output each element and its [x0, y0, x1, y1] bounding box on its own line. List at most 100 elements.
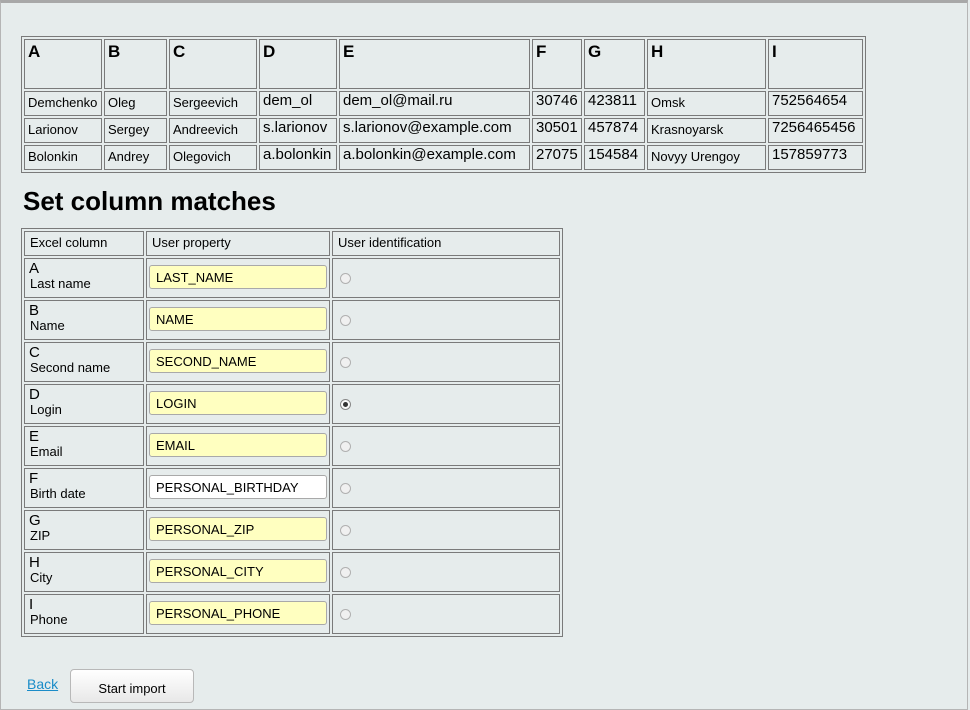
excel-column-cell: F Birth date	[24, 468, 144, 508]
preview-cell: Novyy Urengoy	[647, 145, 766, 170]
preview-cell: s.larionov@example.com	[339, 118, 530, 143]
user-property-cell	[146, 426, 330, 466]
user-property-input[interactable]	[149, 307, 327, 331]
preview-cell: 423811	[584, 91, 645, 116]
preview-cell: Omsk	[647, 91, 766, 116]
identification-radio[interactable]	[340, 609, 351, 620]
column-letter: F	[29, 470, 39, 487]
mapping-row: D Login	[24, 384, 560, 424]
mapping-row: B Name	[24, 300, 560, 340]
identification-radio[interactable]	[340, 567, 351, 578]
identification-radio[interactable]	[340, 357, 351, 368]
identification-radio[interactable]	[340, 441, 351, 452]
preview-cell: a.bolonkin@example.com	[339, 145, 530, 170]
excel-column-cell: E Email	[24, 426, 144, 466]
user-property-input[interactable]	[149, 475, 327, 499]
column-name: Name	[30, 318, 65, 333]
column-name: City	[30, 570, 53, 585]
header-user-property: User property	[146, 231, 330, 256]
column-letter: H	[29, 554, 40, 571]
preview-row: Bolonkin Andrey Olegovich a.bolonkin a.bolon…	[24, 145, 863, 170]
user-property-input[interactable]	[149, 349, 327, 373]
user-identification-cell	[332, 510, 560, 550]
user-identification-cell	[332, 426, 560, 466]
column-mapping-table: Excel column User property User identifi…	[21, 228, 563, 637]
user-property-cell	[146, 384, 330, 424]
user-identification-cell	[332, 468, 560, 508]
excel-column-cell: A Last name	[24, 258, 144, 298]
identification-radio[interactable]	[340, 525, 351, 536]
user-property-input[interactable]	[149, 559, 327, 583]
user-identification-cell	[332, 300, 560, 340]
preview-header-row: ABCDEFGHI	[24, 39, 863, 89]
header-excel-column: Excel column	[24, 231, 144, 256]
user-property-cell	[146, 552, 330, 592]
user-property-input[interactable]	[149, 265, 327, 289]
preview-cell: dem_ol@mail.ru	[339, 91, 530, 116]
column-name: ZIP	[30, 528, 51, 543]
column-name: Phone	[30, 612, 68, 627]
user-identification-cell	[332, 258, 560, 298]
column-name: Birth date	[30, 486, 86, 501]
preview-cell: Olegovich	[169, 145, 257, 170]
preview-cell: 157859773	[768, 145, 863, 170]
preview-header-cell: E	[339, 39, 530, 89]
header-user-identification: User identification	[332, 231, 560, 256]
excel-column-cell: I Phone	[24, 594, 144, 634]
mapping-row: E Email	[24, 426, 560, 466]
column-letter: B	[29, 302, 40, 319]
user-property-cell	[146, 510, 330, 550]
user-identification-cell	[332, 342, 560, 382]
column-name: Login	[30, 402, 62, 417]
mapping-row: F Birth date	[24, 468, 560, 508]
user-identification-cell	[332, 552, 560, 592]
section-title: Set column matches	[23, 186, 276, 216]
mapping-row: H City	[24, 552, 560, 592]
back-link[interactable]: Back	[27, 676, 58, 692]
excel-column-cell: B Name	[24, 300, 144, 340]
preview-cell: Sergeevich	[169, 91, 257, 116]
column-name: Second name	[30, 360, 111, 375]
preview-cell: a.bolonkin	[259, 145, 337, 170]
preview-row: Larionov Sergey Andreevich s.larionov s.lari…	[24, 118, 863, 143]
column-letter: C	[29, 344, 40, 361]
preview-cell: Bolonkin	[24, 145, 102, 170]
user-property-cell	[146, 300, 330, 340]
user-identification-cell	[332, 384, 560, 424]
user-property-input[interactable]	[149, 433, 327, 457]
excel-column-cell: D Login	[24, 384, 144, 424]
user-property-input[interactable]	[149, 601, 327, 625]
user-property-input[interactable]	[149, 517, 327, 541]
mapping-header-row: Excel column User property User identifi…	[24, 231, 560, 256]
mapping-row: G ZIP	[24, 510, 560, 550]
column-letter: A	[29, 260, 40, 277]
preview-cell: Demchenko	[24, 91, 102, 116]
column-letter: I	[29, 596, 34, 613]
identification-radio[interactable]	[340, 315, 351, 326]
identification-radio[interactable]	[340, 399, 351, 410]
preview-header-cell: D	[259, 39, 337, 89]
preview-cell: Andreevich	[169, 118, 257, 143]
preview-cell: s.larionov	[259, 118, 337, 143]
preview-cell: Larionov	[24, 118, 102, 143]
identification-radio[interactable]	[340, 273, 351, 284]
column-letter: G	[29, 512, 41, 529]
excel-preview-table: A B C D E F G H I Demchenko Oleg Sergeevich dem_ol de…	[21, 36, 866, 173]
preview-header-cell: I	[768, 39, 863, 89]
preview-cell: 752564654	[768, 91, 863, 116]
start-import-button[interactable]: Start import	[70, 669, 194, 703]
user-property-cell	[146, 258, 330, 298]
preview-cell: 7256465456	[768, 118, 863, 143]
preview-cell: 154584	[584, 145, 645, 170]
preview-cell: Sergey	[104, 118, 167, 143]
preview-cell: 30746	[532, 91, 582, 116]
excel-column-cell: C Second name	[24, 342, 144, 382]
user-identification-cell	[332, 594, 560, 634]
preview-header-cell: H	[647, 39, 766, 89]
user-property-cell	[146, 342, 330, 382]
identification-radio[interactable]	[340, 483, 351, 494]
column-letter: D	[29, 386, 40, 403]
preview-header-cell: F	[532, 39, 582, 89]
user-property-input[interactable]	[149, 391, 327, 415]
preview-cell: 27075	[532, 145, 582, 170]
